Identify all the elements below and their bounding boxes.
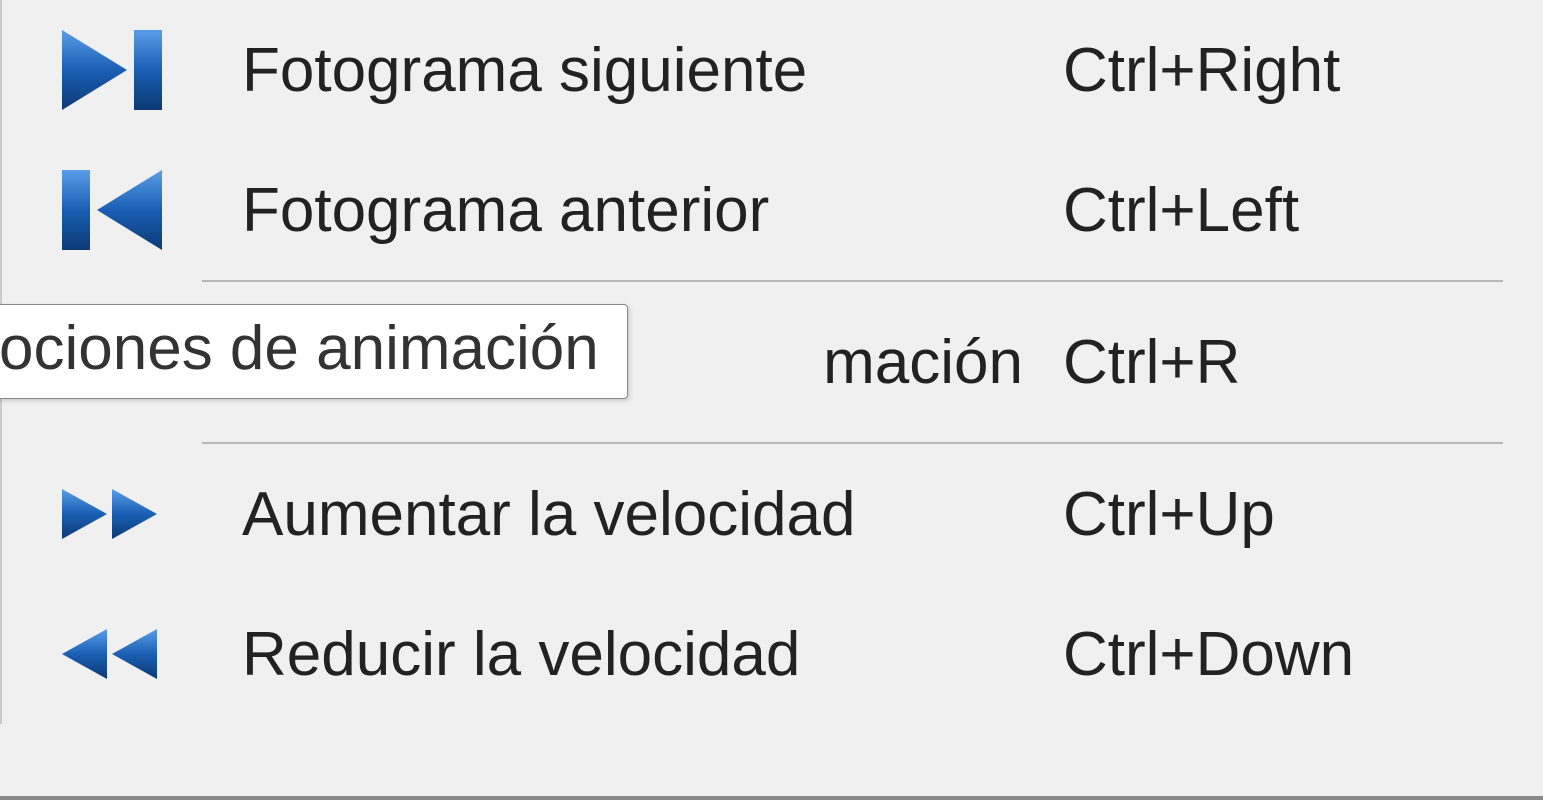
menu-item-decrease-speed[interactable]: Reducir la velocidad Ctrl+Down bbox=[2, 584, 1543, 724]
fast-forward-icon bbox=[22, 484, 202, 544]
rewind-icon bbox=[22, 624, 202, 684]
menu-item-label: Aumentar la velocidad bbox=[202, 479, 1063, 550]
menu-item-shortcut: Ctrl+Right bbox=[1063, 35, 1483, 106]
next-frame-icon bbox=[22, 25, 202, 115]
menu-item-shortcut: Ctrl+Left bbox=[1063, 175, 1483, 246]
menu-item-next-frame[interactable]: Fotograma siguiente Ctrl+Right bbox=[2, 0, 1543, 140]
menu-item-shortcut: Ctrl+Up bbox=[1063, 479, 1483, 550]
menu-item-increase-speed[interactable]: Aumentar la velocidad Ctrl+Up bbox=[2, 444, 1543, 584]
menu-item-label: Fotograma siguiente bbox=[202, 35, 1063, 106]
menu-item-label: Fotograma anterior bbox=[202, 175, 1063, 246]
menu-item-shortcut: Ctrl+Down bbox=[1063, 619, 1483, 690]
tooltip-text: ociones de animación bbox=[0, 314, 599, 383]
menu-bottom-border bbox=[0, 796, 1543, 800]
menu-item-label: Reducir la velocidad bbox=[202, 619, 1063, 690]
prev-frame-icon bbox=[22, 165, 202, 255]
menu-item-prev-frame[interactable]: Fotograma anterior Ctrl+Left bbox=[2, 140, 1543, 280]
menu-item-shortcut: Ctrl+R bbox=[1063, 327, 1483, 398]
tooltip: ociones de animación bbox=[0, 304, 628, 399]
